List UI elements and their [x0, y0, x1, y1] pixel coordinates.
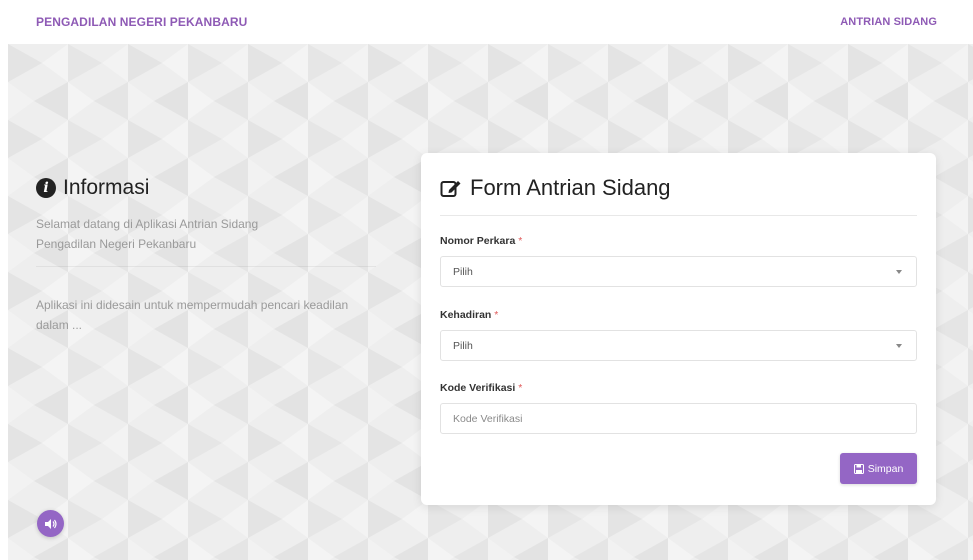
- kehadiran-label: Kehadiran *: [440, 309, 917, 321]
- kehadiran-label-text: Kehadiran: [440, 309, 492, 321]
- top-navbar: PENGADILAN NEGERI PEKANBARU ANTRIAN SIDA…: [0, 0, 973, 44]
- speaker-icon: [44, 518, 57, 529]
- simpan-button[interactable]: Simpan: [840, 453, 917, 484]
- info-circle-icon: i: [36, 178, 56, 198]
- form-actions: Simpan: [440, 453, 917, 484]
- simpan-button-label: Simpan: [867, 462, 904, 475]
- info-welcome-line1: Selamat datang di Aplikasi Antrian Sidan…: [36, 217, 259, 231]
- info-description: Aplikasi ini didesain untuk mempermudah …: [36, 295, 396, 335]
- info-section: i Informasi Selamat datang di Aplikasi A…: [36, 176, 396, 335]
- kode-verifikasi-label: Kode Verifikasi *: [440, 382, 917, 394]
- info-description-line2: dalam ...: [36, 318, 83, 332]
- required-marker: *: [494, 309, 499, 321]
- nomor-perkara-label-text: Nomor Perkara: [440, 235, 516, 247]
- info-welcome-text: Selamat datang di Aplikasi Antrian Sidan…: [36, 214, 396, 254]
- nomor-perkara-group: Nomor Perkara * Pilih: [440, 235, 917, 287]
- form-card: Form Antrian Sidang Nomor Perkara * Pili…: [421, 153, 936, 505]
- nav-link-antrian-sidang[interactable]: ANTRIAN SIDANG: [840, 16, 937, 28]
- kode-verifikasi-group: Kode Verifikasi * Kode Verifikasi: [440, 382, 917, 434]
- chevron-down-icon: [896, 343, 902, 348]
- info-divider: [36, 266, 376, 267]
- required-marker: *: [518, 382, 523, 394]
- kode-verifikasi-input[interactable]: Kode Verifikasi: [440, 403, 917, 434]
- audio-button[interactable]: [37, 510, 64, 537]
- kehadiran-select[interactable]: Pilih: [440, 330, 917, 361]
- nomor-perkara-select[interactable]: Pilih: [440, 256, 917, 287]
- save-icon: [853, 463, 864, 474]
- brand-title[interactable]: PENGADILAN NEGERI PEKANBARU: [36, 15, 247, 29]
- kehadiran-selected-value: Pilih: [453, 339, 473, 352]
- required-marker: *: [518, 235, 523, 247]
- kode-verifikasi-placeholder: Kode Verifikasi: [453, 412, 523, 425]
- nomor-perkara-selected-value: Pilih: [453, 265, 473, 278]
- kode-verifikasi-label-text: Kode Verifikasi: [440, 382, 516, 394]
- form-title: Form Antrian Sidang: [470, 175, 671, 200]
- chevron-down-icon: [896, 269, 902, 274]
- info-heading: i Informasi: [36, 176, 396, 200]
- info-welcome-line2: Pengadilan Negeri Pekanbaru: [36, 237, 197, 251]
- kehadiran-group: Kehadiran * Pilih: [440, 309, 917, 361]
- info-title: Informasi: [63, 176, 150, 199]
- info-description-line1: Aplikasi ini didesain untuk mempermudah …: [36, 298, 349, 312]
- edit-icon: [440, 181, 461, 197]
- form-heading: Form Antrian Sidang: [440, 175, 917, 216]
- nomor-perkara-label: Nomor Perkara *: [440, 235, 917, 247]
